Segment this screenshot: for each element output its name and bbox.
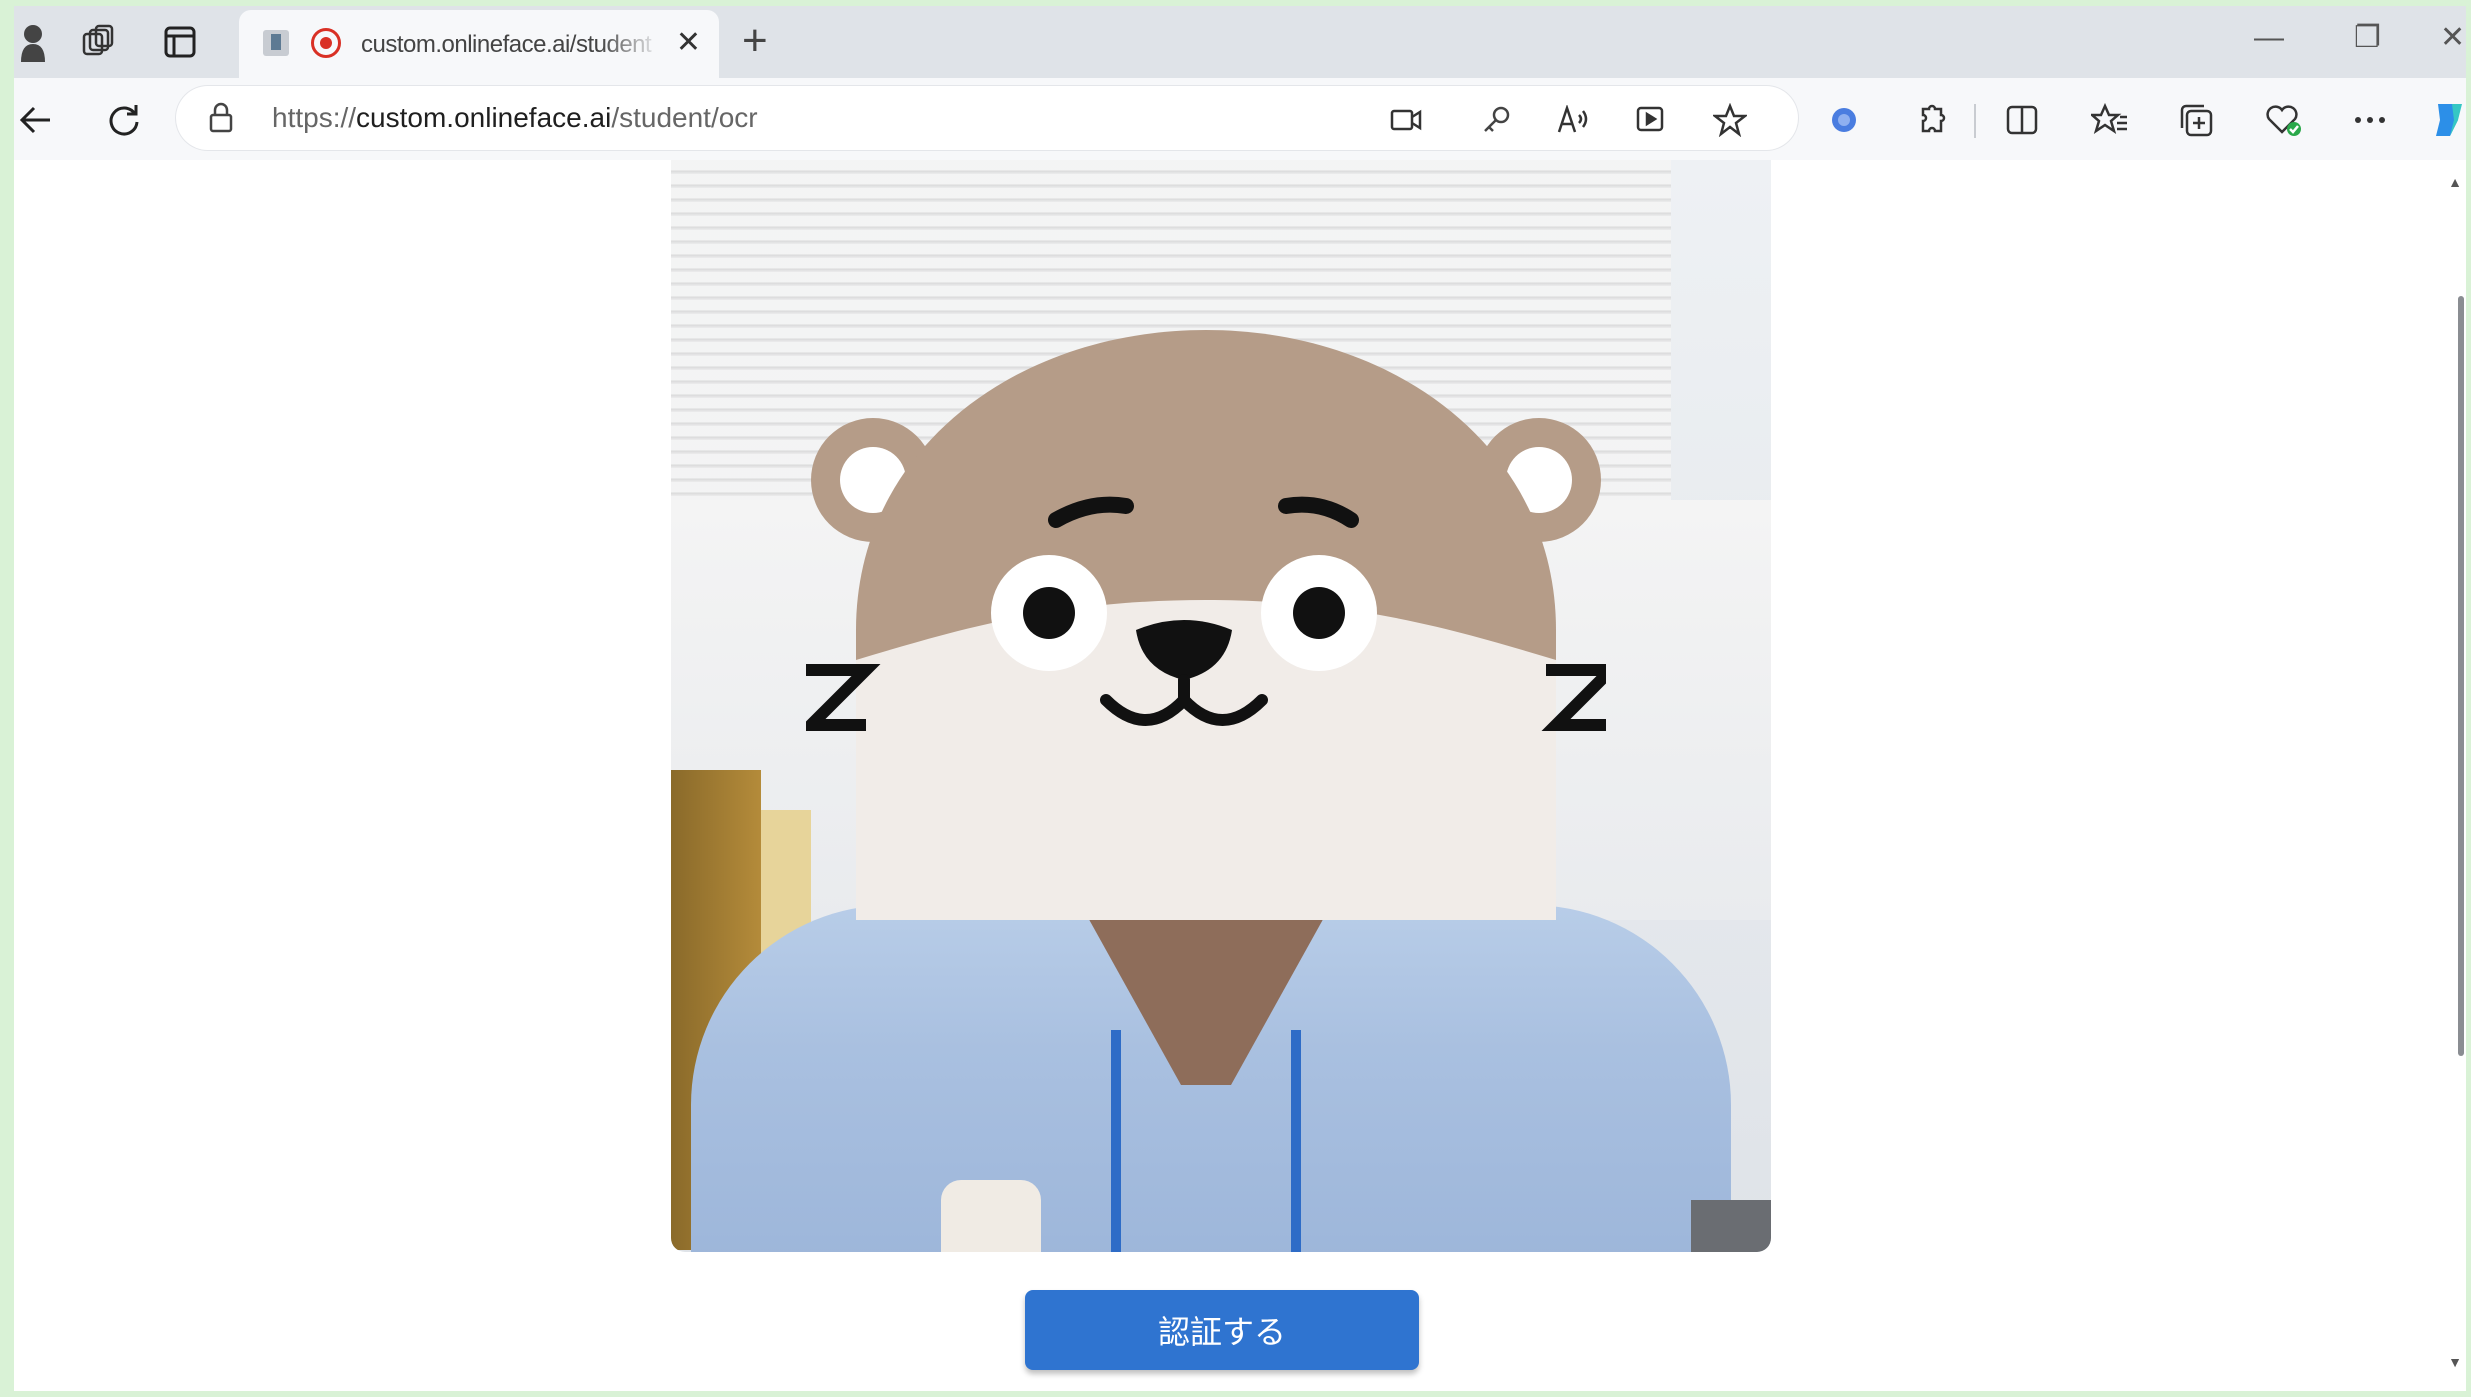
scroll-up-icon[interactable]: ▲	[2448, 174, 2462, 190]
address-bar[interactable]: https://custom.onlineface.ai/student/ocr	[176, 86, 1798, 150]
camera-preview	[671, 160, 1771, 1252]
more-icon[interactable]	[2348, 98, 2392, 142]
key-icon[interactable]	[1476, 100, 1516, 140]
extension-blue-icon[interactable]	[1822, 98, 1866, 142]
scrollbar-thumb[interactable]	[2458, 296, 2464, 1056]
favorites-icon[interactable]	[2088, 98, 2132, 142]
favorite-star-icon[interactable]	[1710, 100, 1750, 140]
toolbar-separator	[1974, 104, 1976, 138]
tab-close-button[interactable]: ✕	[676, 26, 701, 60]
browser-window: custom.onlineface.ai/student ✕ + — ❐ ✕ h…	[14, 6, 2466, 1391]
window-close-button[interactable]: ✕	[2440, 18, 2465, 58]
back-button[interactable]	[14, 98, 58, 142]
url-path: /student/ocr	[611, 102, 758, 133]
workspaces-icon[interactable]	[76, 20, 120, 64]
collections-icon[interactable]	[2174, 98, 2218, 142]
scroll-down-icon[interactable]: ▼	[2448, 1354, 2462, 1370]
tab-actions-icon[interactable]	[158, 20, 202, 64]
url-scheme: https://	[272, 102, 357, 133]
browser-essentials-icon[interactable]	[2262, 98, 2306, 142]
restore-button[interactable]: ❐	[2354, 18, 2381, 58]
bottle	[941, 1180, 1041, 1252]
copilot-icon[interactable]	[2426, 98, 2466, 142]
otter-mascot-overlay	[806, 330, 1606, 920]
minimize-button[interactable]: —	[2254, 18, 2284, 58]
video-icon[interactable]	[1386, 100, 1426, 140]
page-content: 認証する	[14, 160, 2466, 1391]
browser-toolbar: https://custom.onlineface.ai/student/ocr	[14, 78, 2466, 160]
verify-button[interactable]: 認証する	[1025, 1290, 1419, 1370]
new-tab-button[interactable]: +	[742, 16, 768, 66]
tab-favicon-icon	[261, 28, 291, 58]
url-host: custom.onlineface.ai	[356, 102, 612, 133]
split-screen-icon[interactable]	[2000, 98, 2044, 142]
lanyard-left	[1111, 1030, 1121, 1252]
lock-icon[interactable]	[208, 102, 234, 139]
refresh-button[interactable]	[102, 98, 146, 142]
profile-icon[interactable]	[14, 20, 58, 64]
desk-object	[1691, 1200, 1771, 1252]
recording-icon	[311, 28, 341, 58]
lanyard-right	[1291, 1030, 1301, 1252]
extensions-icon[interactable]	[1910, 98, 1954, 142]
active-tab[interactable]: custom.onlineface.ai/student ✕	[239, 10, 719, 78]
read-aloud-icon[interactable]	[1554, 100, 1594, 140]
media-icon[interactable]	[1632, 100, 1672, 140]
tab-title: custom.onlineface.ai/student	[361, 31, 652, 58]
url-text[interactable]: https://custom.onlineface.ai/student/ocr	[272, 102, 758, 134]
tab-strip: custom.onlineface.ai/student ✕ + — ❐ ✕	[14, 6, 2466, 78]
